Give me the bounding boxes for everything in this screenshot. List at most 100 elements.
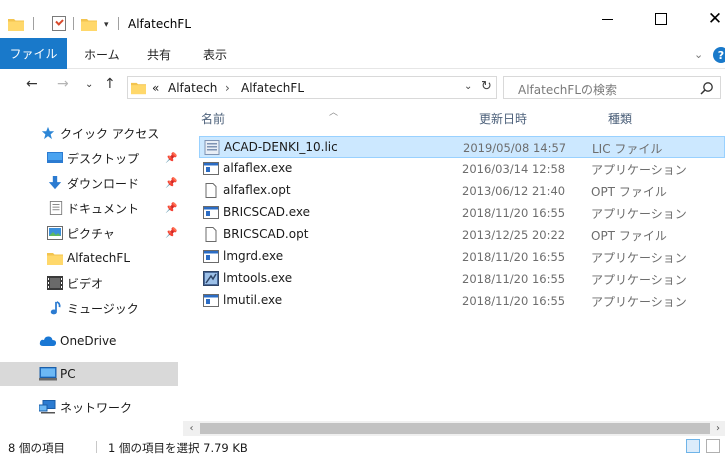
file-date: 2016/03/14 12:58 bbox=[462, 162, 566, 176]
tab-share[interactable]: 共有 bbox=[147, 46, 171, 63]
cloud-icon bbox=[39, 336, 57, 346]
pin-icon[interactable]: 📌 bbox=[165, 228, 177, 239]
sidebar-item-label: デスクトップ bbox=[67, 151, 140, 166]
refresh-icon[interactable]: ↻ bbox=[481, 79, 492, 94]
pin-icon[interactable]: 📌 bbox=[165, 178, 177, 189]
address-bar[interactable]: « Alfatech › AlfatechFL ⌄ ↻ bbox=[127, 76, 497, 99]
sidebar-item-label: AlfatechFL bbox=[67, 251, 130, 265]
expand-ribbon-chevron-icon[interactable]: ⌄ bbox=[694, 48, 703, 61]
address-history-chevron-icon[interactable]: ⌄ bbox=[464, 81, 472, 92]
blank-file-icon bbox=[205, 183, 217, 198]
table-row[interactable]: lmgrd.exe 2018/11/20 16:55 アプリケーション bbox=[199, 246, 725, 268]
file-type: アプリケーション bbox=[591, 295, 687, 309]
up-arrow-icon[interactable]: ↑ bbox=[104, 76, 116, 92]
file-type: OPT ファイル bbox=[591, 185, 667, 199]
pc-icon bbox=[39, 367, 57, 381]
scroll-right-arrow-icon[interactable]: › bbox=[711, 421, 725, 436]
search-icon[interactable] bbox=[700, 81, 714, 95]
file-date: 2019/05/08 14:57 bbox=[463, 141, 567, 155]
table-row[interactable]: lmtools.exe 2018/11/20 16:55 アプリケーション bbox=[199, 268, 725, 290]
table-row[interactable]: ACAD-DENKI_10.lic 2019/05/08 14:57 LIC フ… bbox=[199, 136, 725, 158]
sidebar-item-label: OneDrive bbox=[60, 334, 117, 348]
sidebar-item-documents[interactable]: ドキュメント 📌 bbox=[0, 196, 178, 220]
blank-file-icon bbox=[205, 227, 217, 242]
sidebar-item-alfatechfl[interactable]: AlfatechFL bbox=[0, 246, 178, 270]
maximize-button[interactable] bbox=[636, 0, 686, 38]
exe-icon bbox=[203, 206, 219, 219]
close-button[interactable]: ✕ bbox=[690, 0, 725, 38]
toolbar-separator bbox=[33, 17, 34, 30]
customize-toolbar-dropdown[interactable]: ▾ bbox=[104, 20, 109, 30]
breadcrumb-alfatechfl[interactable]: AlfatechFL bbox=[241, 81, 304, 95]
tab-view[interactable]: 表示 bbox=[203, 46, 227, 63]
sidebar-item-label: PC bbox=[60, 367, 76, 381]
sidebar-item-label: クイック アクセス bbox=[60, 126, 160, 141]
tab-home[interactable]: ホーム bbox=[84, 46, 120, 63]
license-file-icon bbox=[204, 140, 220, 155]
star-icon bbox=[41, 126, 55, 140]
table-row[interactable]: alfaflex.exe 2016/03/14 12:58 アプリケーション bbox=[199, 158, 725, 180]
minimize-button[interactable] bbox=[582, 0, 632, 38]
file-name: lmgrd.exe bbox=[223, 249, 284, 263]
file-name: BRICSCAD.opt bbox=[223, 227, 309, 241]
toolbar-separator bbox=[118, 17, 119, 30]
navigation-pane: クイック アクセス デスクトップ 📌 ダウンロード 📌 ドキュメント 📌 ピクチ… bbox=[0, 103, 183, 433]
file-date: 2013/12/25 20:22 bbox=[462, 228, 566, 242]
recent-locations-chevron-icon[interactable]: ⌄ bbox=[85, 79, 93, 90]
breadcrumb-overflow[interactable]: « bbox=[152, 81, 159, 95]
sidebar-item-label: ビデオ bbox=[67, 276, 104, 291]
sidebar-item-label: ミュージック bbox=[67, 301, 139, 316]
sidebar-item-pc[interactable]: PC bbox=[0, 362, 178, 386]
properties-icon[interactable] bbox=[52, 16, 66, 31]
horizontal-scrollbar[interactable]: ‹ › bbox=[183, 421, 725, 436]
file-type: アプリケーション bbox=[591, 163, 687, 177]
breadcrumb-alfatech[interactable]: Alfatech bbox=[168, 81, 217, 95]
video-icon bbox=[47, 276, 63, 290]
details-view-icon[interactable] bbox=[686, 439, 700, 453]
pin-icon[interactable]: 📌 bbox=[165, 153, 177, 164]
file-name: ACAD-DENKI_10.lic bbox=[224, 140, 338, 154]
new-folder-icon[interactable] bbox=[81, 17, 97, 31]
pin-icon[interactable]: 📌 bbox=[165, 203, 177, 214]
exe-icon bbox=[203, 294, 219, 307]
search-input[interactable]: AlfatechFLの検索 bbox=[518, 81, 617, 98]
back-arrow-icon[interactable]: ← bbox=[26, 76, 38, 92]
file-type: LIC ファイル bbox=[592, 142, 663, 156]
table-row[interactable]: alfaflex.opt 2013/06/12 21:40 OPT ファイル bbox=[199, 180, 725, 202]
sidebar-item-network[interactable]: ネットワーク bbox=[0, 395, 178, 419]
folder-icon bbox=[8, 19, 24, 31]
file-type: アプリケーション bbox=[591, 251, 687, 265]
pictures-icon bbox=[47, 226, 63, 240]
forward-arrow-icon[interactable]: → bbox=[57, 76, 69, 92]
help-icon[interactable]: ? bbox=[713, 47, 725, 63]
search-box[interactable]: AlfatechFLの検索 bbox=[503, 76, 721, 99]
breadcrumb-separator[interactable]: › bbox=[225, 81, 230, 95]
table-row[interactable]: lmutil.exe 2018/11/20 16:55 アプリケーション bbox=[199, 290, 725, 312]
column-header-date[interactable]: 更新日時 bbox=[479, 103, 599, 133]
document-icon bbox=[49, 201, 63, 215]
sidebar-item-desktop[interactable]: デスクトップ 📌 bbox=[0, 146, 178, 170]
scroll-left-arrow-icon[interactable]: ‹ bbox=[183, 421, 200, 436]
exe-icon bbox=[203, 250, 219, 263]
file-name: alfaflex.opt bbox=[223, 183, 291, 197]
column-header-name[interactable]: 名前 bbox=[201, 103, 463, 133]
window-title: AlfatechFL bbox=[128, 17, 191, 31]
tab-file[interactable]: ファイル bbox=[0, 38, 67, 69]
sidebar-item-label: ネットワーク bbox=[60, 400, 133, 415]
sidebar-item-music[interactable]: ミュージック bbox=[0, 296, 178, 320]
file-date: 2018/11/20 16:55 bbox=[462, 206, 566, 220]
file-name: lmutil.exe bbox=[223, 293, 283, 307]
table-row[interactable]: BRICSCAD.opt 2013/12/25 20:22 OPT ファイル bbox=[199, 224, 725, 246]
large-icons-view-icon[interactable] bbox=[706, 439, 720, 453]
column-header-type[interactable]: 種類 bbox=[608, 103, 718, 133]
sidebar-item-quick-access[interactable]: クイック アクセス bbox=[0, 121, 178, 145]
table-row[interactable]: BRICSCAD.exe 2018/11/20 16:55 アプリケーション bbox=[199, 202, 725, 224]
sidebar-item-downloads[interactable]: ダウンロード 📌 bbox=[0, 171, 178, 195]
scrollbar-thumb[interactable] bbox=[200, 423, 710, 434]
sidebar-item-pictures[interactable]: ピクチャ 📌 bbox=[0, 221, 178, 245]
sidebar-item-onedrive[interactable]: OneDrive bbox=[0, 329, 178, 353]
navigation-bar: ← → ⌄ ↑ « Alfatech › AlfatechFL ⌄ ↻ Alfa… bbox=[0, 72, 725, 102]
sidebar-item-videos[interactable]: ビデオ bbox=[0, 271, 178, 295]
toolbar-separator bbox=[73, 17, 74, 30]
file-type: OPT ファイル bbox=[591, 229, 667, 243]
